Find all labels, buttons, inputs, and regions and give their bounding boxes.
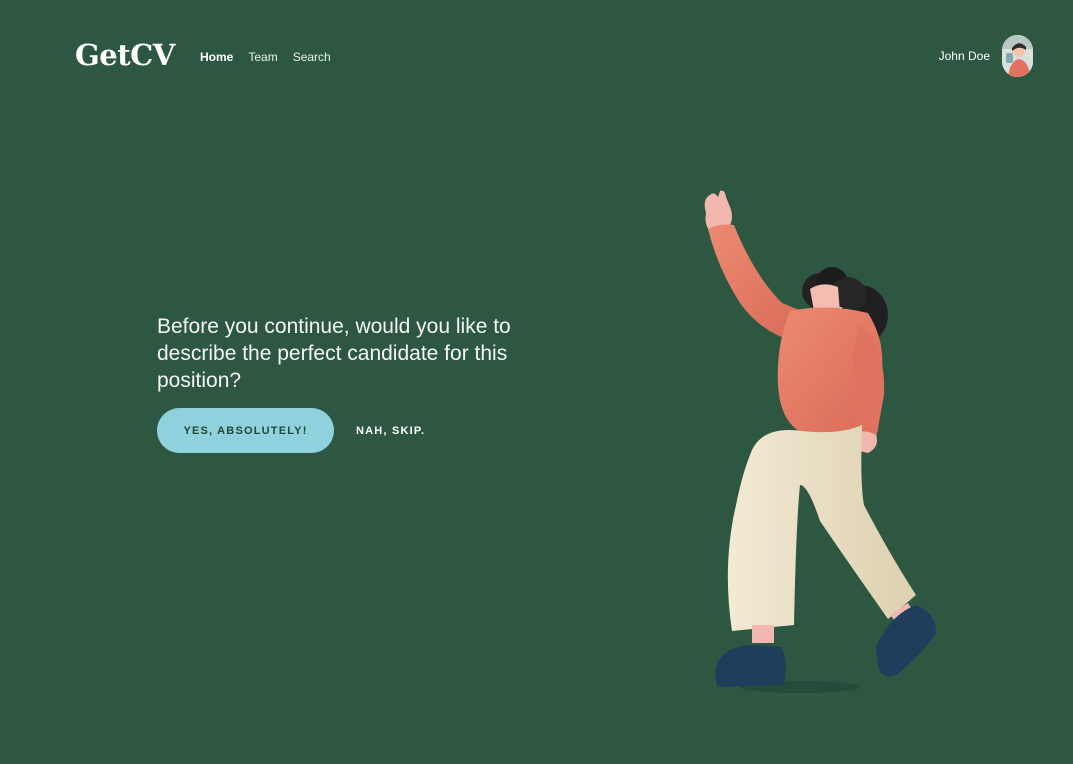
- yes-absolutely-button[interactable]: YES, ABSOLUTELY!: [157, 408, 334, 453]
- avatar-portrait-icon: [1002, 35, 1033, 77]
- waving-person-illustration: [690, 185, 960, 705]
- onboarding-prompt: Before you continue, would you like to d…: [157, 313, 557, 453]
- top-navigation-bar: GetCV Home Team Search John Doe: [0, 0, 1073, 112]
- prompt-question: Before you continue, would you like to d…: [157, 315, 511, 392]
- nav-item-home[interactable]: Home: [200, 49, 233, 65]
- nav-item-search[interactable]: Search: [293, 49, 331, 65]
- main-nav: Home Team Search: [200, 49, 331, 65]
- user-name[interactable]: John Doe: [939, 49, 990, 63]
- prompt-actions: YES, ABSOLUTELY! NAH, SKIP.: [157, 408, 557, 453]
- waving-person-icon: [704, 190, 936, 693]
- user-menu[interactable]: John Doe: [939, 35, 1033, 77]
- nav-item-team[interactable]: Team: [248, 49, 277, 65]
- logo[interactable]: GetCV: [75, 37, 175, 73]
- user-avatar-icon[interactable]: [1002, 35, 1033, 77]
- skip-button[interactable]: NAH, SKIP.: [356, 425, 425, 437]
